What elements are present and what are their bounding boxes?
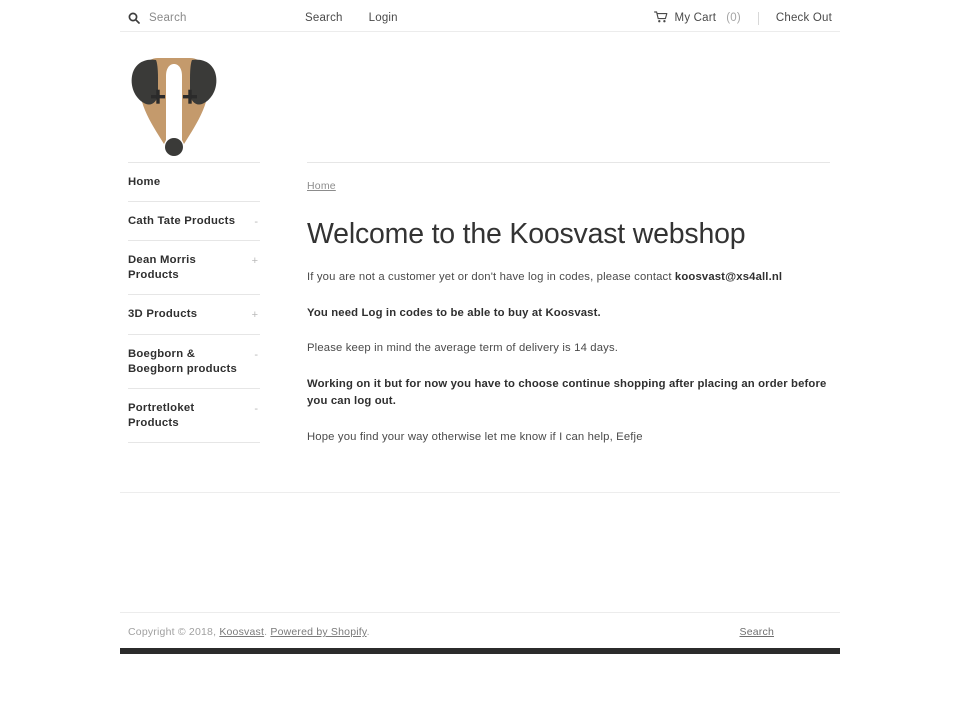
sidebar-toggle-collapse[interactable]: - [254, 401, 258, 416]
powered-by-shopify-link[interactable]: Powered by Shopify [270, 626, 366, 638]
sidebar-item-label: Boegborn & Boegborn products [128, 347, 238, 375]
sidebar-toggle-collapse[interactable]: - [254, 347, 258, 362]
header-search-box[interactable] [120, 12, 290, 24]
copyright-text: Copyright © 2018, Koosvast. Powered by S… [128, 626, 370, 638]
sidebar-item-3d-products[interactable]: 3D Products + [128, 294, 260, 333]
bottom-accent-bar [120, 648, 840, 655]
main-content: Home Welcome to the Koosvast webshop If … [260, 162, 840, 446]
header-nav-links: Search Login [305, 12, 398, 24]
paragraph-contact: If you are not a customer yet or don't h… [307, 269, 830, 287]
header-utility-nav: My Cart (0) Check Out [653, 10, 840, 26]
copyright-prefix: Copyright © 2018, [128, 626, 220, 639]
paragraph-contact-text: If you are not a customer yet or don't h… [307, 271, 675, 284]
search-icon [128, 12, 140, 24]
copyright-suffix: . [366, 626, 370, 639]
paragraph-continue-shopping: Working on it but for now you have to ch… [307, 377, 827, 408]
footer-search-link[interactable]: Search [740, 626, 774, 638]
paragraph-closing: Hope you find your way otherwise let me … [307, 430, 643, 443]
sidebar-item-boegborn-products[interactable]: Boegborn & Boegborn products - [128, 333, 260, 388]
sidebar-nav: Home Cath Tate Products - Dean Morris Pr… [120, 162, 260, 443]
sidebar-toggle-expand[interactable]: + [252, 307, 258, 322]
sidebar-item-portretloket-products[interactable]: Portretloket Products - [128, 387, 260, 443]
footer-shop-link[interactable]: Koosvast [219, 626, 264, 638]
content-divider [120, 492, 840, 494]
sidebar-toggle-collapse[interactable]: - [254, 214, 258, 229]
sidebar-toggle-expand[interactable]: + [252, 253, 258, 268]
sidebar-item-label: 3D Products [128, 308, 198, 321]
sidebar-item-cath-tate-products[interactable]: Cath Tate Products - [128, 201, 260, 240]
logo-area [120, 32, 840, 162]
checkout-link[interactable]: Check Out [776, 12, 832, 24]
paragraph-delivery-term: Please keep in mind the average term of … [307, 342, 619, 355]
cart-count: (0) [726, 12, 741, 24]
breadcrumb: Home [307, 162, 830, 195]
footer: Copyright © 2018, Koosvast. Powered by S… [120, 612, 840, 638]
sidebar-item-label: Home [128, 176, 161, 188]
page-title: Welcome to the Koosvast webshop [307, 218, 746, 250]
my-cart-link[interactable]: My Cart (0) [653, 10, 741, 26]
content-row: Home Cath Tate Products - Dean Morris Pr… [120, 162, 840, 446]
breadcrumb-link-home[interactable]: Home [307, 180, 336, 192]
sidebar-item-label: Portretloket Products [128, 401, 195, 429]
nav-divider [757, 11, 759, 25]
nav-link-search[interactable]: Search [305, 12, 343, 24]
shopping-cart-icon [653, 10, 668, 26]
sidebar-item-dean-morris-products[interactable]: Dean Morris Products + [128, 240, 260, 294]
paragraph-login-codes: You need Log in codes to be able to buy … [307, 306, 601, 319]
sidebar-item-home[interactable]: Home [128, 162, 260, 201]
search-input[interactable] [149, 12, 269, 24]
nav-link-login[interactable]: Login [369, 12, 398, 24]
page-container: Search Login My Cart (0) Check Out [120, 0, 840, 655]
sidebar-item-label: Cath Tate Products [128, 215, 236, 228]
sidebar-item-label: Dean Morris Products [128, 254, 197, 282]
koosvast-dog-logo[interactable] [128, 44, 220, 156]
my-cart-label: My Cart [674, 12, 717, 24]
contact-email: koosvast@xs4all.nl [674, 271, 783, 284]
header-bar: Search Login My Cart (0) Check Out [120, 0, 840, 32]
